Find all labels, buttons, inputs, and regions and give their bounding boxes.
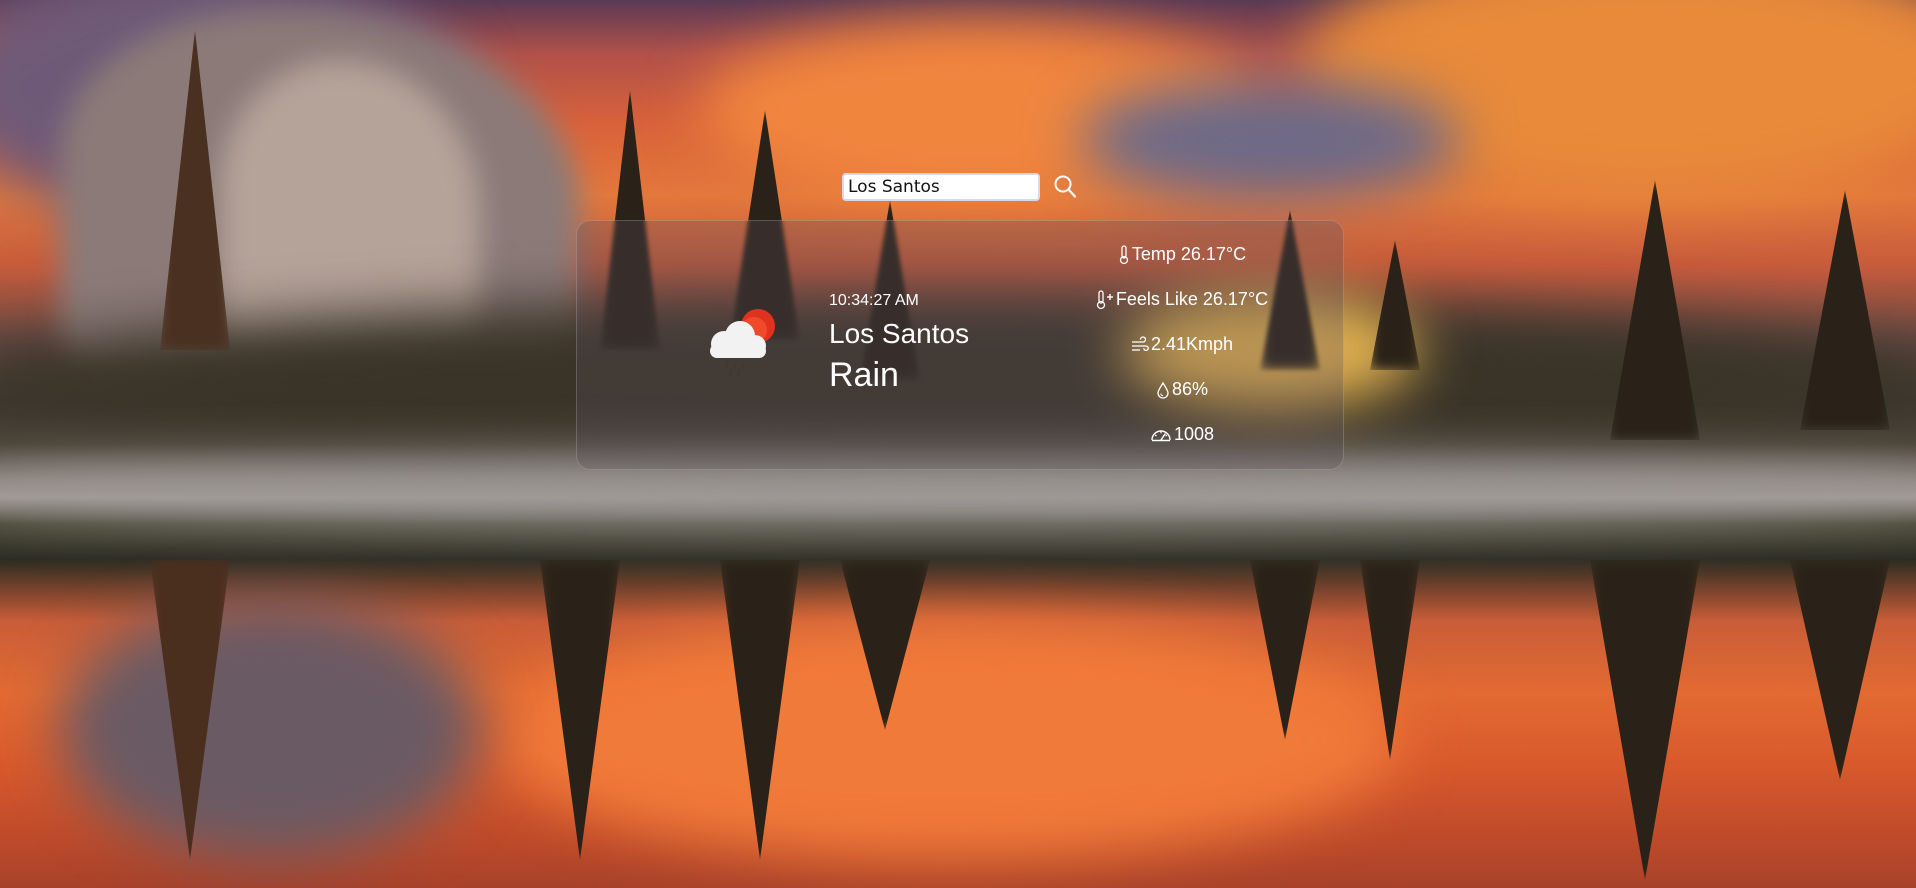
wind-icon: [1131, 335, 1149, 351]
wind-speed-value: 2.41Kmph: [1150, 334, 1234, 354]
city-name: Los Santos: [829, 318, 970, 349]
temperature-value: Temp 26.17°C: [1131, 244, 1247, 264]
weather-condition: Rain: [829, 356, 899, 394]
feels-like-value: Feels Like 26.17°C: [1115, 289, 1269, 309]
pressure-stat: 1008: [1060, 424, 1304, 445]
droplet-icon: [1157, 381, 1169, 399]
humidity-value: 86%: [1171, 379, 1209, 399]
feels-like-stat: Feels Like 26.17°C: [1060, 289, 1304, 310]
wind-stat: 2.41Kmph: [1060, 334, 1304, 355]
search-input[interactable]: [842, 173, 1040, 201]
cloud-rain-sun-icon: [710, 309, 775, 377]
local-time: 10:34:27 AM: [829, 292, 919, 309]
search-bar: [842, 172, 1080, 202]
thermometer-icon: [1119, 244, 1129, 264]
humidity-stat: 86%: [1060, 379, 1304, 400]
pressure-value: 1008: [1173, 424, 1215, 444]
thermometer-plus-icon: [1096, 289, 1113, 309]
temperature-stat: Temp 26.17°C: [1060, 244, 1304, 265]
search-button[interactable]: [1050, 172, 1080, 202]
gauge-icon: [1151, 429, 1171, 441]
search-icon: [1054, 175, 1077, 198]
